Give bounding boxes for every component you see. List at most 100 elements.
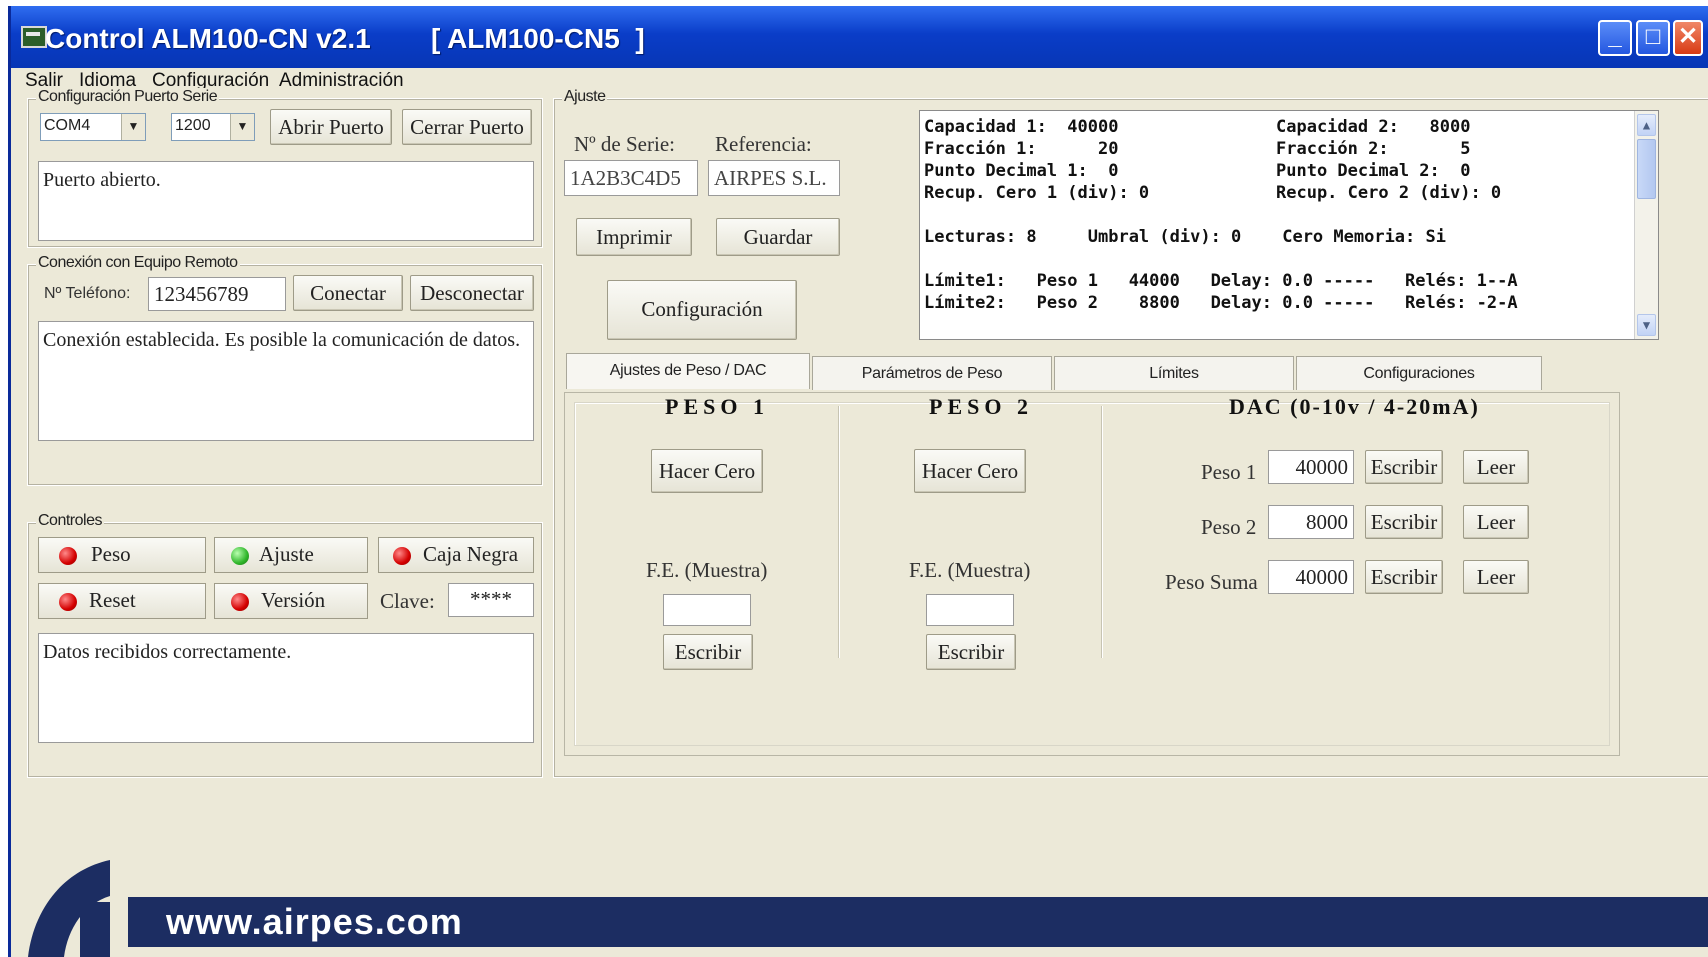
device-info-display: Capacidad 1: 40000 Capacidad 2: 8000 Fra… [919,110,1659,340]
ajuste-button[interactable]: Ajuste [214,537,368,573]
dac-peso-suma-input[interactable]: 40000 [1268,560,1354,594]
scroll-thumb[interactable] [1637,139,1656,199]
dac-peso1-write-button[interactable]: Escribir [1365,450,1443,484]
dac-peso-suma-read-button[interactable]: Leer [1463,560,1529,594]
dac-peso1-input[interactable]: 40000 [1268,450,1354,484]
peso2-write-button[interactable]: Escribir [926,634,1016,670]
imprimir-button[interactable]: Imprimir [576,218,692,256]
menu-administracion[interactable]: Administración [279,66,404,96]
dac-peso2-read-button[interactable]: Leer [1463,505,1529,539]
caja-negra-button[interactable]: Caja Negra [378,537,534,573]
scroll-down-icon[interactable]: ▼ [1637,314,1656,336]
ajuste-group-title: Ajuste [562,88,608,106]
connect-button[interactable]: Conectar [293,275,403,311]
phone-input[interactable]: 123456789 [148,277,286,311]
info-limite-1: Límite1: Peso 1 44000 Delay: 0.0 ----- R… [924,271,1518,291]
app-window: Control ALM100-CN v2.1 [ ALM100-CN5 ] _ … [8,6,1708,957]
info-recup-cero-1: Recup. Cero 1 (div): 0 [924,183,1150,203]
footer-url[interactable]: www.airpes.com [166,901,463,943]
port-select[interactable]: COM4 ▼ [40,113,146,141]
reset-button[interactable]: Reset [38,583,206,619]
referencia-input[interactable]: AIRPES S.L. [708,160,840,196]
clave-input[interactable]: **** [448,583,534,617]
port-select-value: COM4 [44,117,91,134]
peso1-heading: PESO 1 [665,394,769,419]
dac-peso2-input[interactable]: 8000 [1268,505,1354,539]
controls-status-text: Datos recibidos correctamente. [38,633,534,743]
maximize-icon[interactable]: □ [1636,20,1670,56]
peso-status-led [59,547,77,565]
ajuste-button-label: Ajuste [259,542,314,566]
reset-status-led [59,593,77,611]
baud-select-value: 1200 [175,117,211,134]
minimize-icon[interactable]: _ [1598,20,1632,56]
dac-heading: DAC (0-10v / 4-20mA) [1229,394,1480,419]
controls-group: Controles Peso Ajuste Caja Negra Reset V… [27,512,543,778]
close-icon[interactable]: ✕ [1673,20,1703,56]
configuracion-button[interactable]: Configuración [607,280,797,340]
info-fraccion-2: Fracción 2: 5 [1276,139,1471,159]
version-status-led [231,593,249,611]
serie-input[interactable]: 1A2B3C4D5 [564,160,698,196]
reset-button-label: Reset [89,588,136,612]
open-port-button[interactable]: Abrir Puerto [270,109,392,145]
chevron-down-icon[interactable]: ▼ [230,114,254,140]
info-limite-2: Límite2: Peso 2 8800 Delay: 0.0 ----- Re… [924,293,1518,313]
dac-peso-suma-label: Peso Suma [1165,570,1258,594]
info-punto-decimal-2: Punto Decimal 2: 0 [1276,161,1471,181]
window-title: Control ALM100-CN v2.1 [45,23,371,54]
dac-peso1-label: Peso 1 [1201,460,1257,484]
tab-parametros-peso[interactable]: Parámetros de Peso [812,356,1052,390]
version-button[interactable]: Versión [214,583,368,619]
disconnect-button[interactable]: Desconectar [410,275,534,311]
footer-banner: www.airpes.com [128,897,1708,947]
peso-button[interactable]: Peso [38,537,206,573]
menu-bar: Salir Idioma Configuración Administració… [11,66,1708,96]
dac-peso2-label: Peso 2 [1201,515,1257,539]
peso1-fe-input[interactable] [663,594,751,626]
close-port-button[interactable]: Cerrar Puerto [402,109,532,145]
dac-peso2-write-button[interactable]: Escribir [1365,505,1443,539]
phone-label: Nº Teléfono: [44,285,131,302]
peso2-zero-button[interactable]: Hacer Cero [914,449,1026,493]
peso2-fe-label: F.E. (Muestra) [909,558,1031,582]
tab-configuraciones[interactable]: Configuraciones [1296,356,1542,390]
info-punto-decimal-1: Punto Decimal 1: 0 [924,161,1119,181]
info-capacidad-1: Capacidad 1: 40000 [924,117,1119,137]
info-capacidad-2: Capacidad 2: 8000 [1276,117,1471,137]
dac-peso-suma-write-button[interactable]: Escribir [1365,560,1443,594]
info-recup-cero-2: Recup. Cero 2 (div): 0 [1276,183,1502,203]
airpes-logo [28,860,110,957]
tab-ajustes-peso-dac[interactable]: Ajustes de Peso / DAC [566,353,810,389]
ajuste-status-led [231,547,249,565]
remote-connection-group: Conexión con Equipo Remoto Nº Teléfono: … [27,254,543,486]
referencia-label: Referencia: [715,132,812,156]
caja-negra-button-label: Caja Negra [423,542,519,566]
chevron-down-icon[interactable]: ▼ [121,114,145,140]
version-button-label: Versión [261,588,326,612]
remote-group-title: Conexión con Equipo Remoto [36,254,240,272]
peso1-zero-button[interactable]: Hacer Cero [651,449,763,493]
peso-button-label: Peso [91,542,131,566]
tab-limites[interactable]: Límites [1054,356,1294,390]
peso2-fe-input[interactable] [926,594,1014,626]
guardar-button[interactable]: Guardar [716,218,840,256]
column-divider [838,406,840,658]
title-bar: Control ALM100-CN v2.1 [ ALM100-CN5 ] _ … [11,6,1708,68]
baud-select[interactable]: 1200 ▼ [171,113,255,141]
serial-port-group: Configuración Puerto Serie COM4 ▼ 1200 ▼… [27,88,543,248]
scroll-up-icon[interactable]: ▲ [1637,114,1656,136]
peso1-write-button[interactable]: Escribir [663,634,753,670]
peso1-fe-label: F.E. (Muestra) [646,558,768,582]
peso2-heading: PESO 2 [929,394,1033,419]
column-divider [1101,406,1103,658]
info-scrollbar[interactable]: ▲ ▼ [1634,111,1658,339]
info-lecturas: Lecturas: 8 Umbral (div): 0 Cero Memoria… [924,227,1446,247]
dac-peso1-read-button[interactable]: Leer [1463,450,1529,484]
controls-group-title: Controles [36,512,104,530]
caja-negra-status-led [393,547,411,565]
info-fraccion-1: Fracción 1: 20 [924,139,1119,159]
device-title: [ ALM100-CN5 ] [431,23,645,54]
serial-status-text: Puerto abierto. [38,161,534,241]
remote-status-text: Conexión establecida. Es posible la comu… [38,321,534,441]
